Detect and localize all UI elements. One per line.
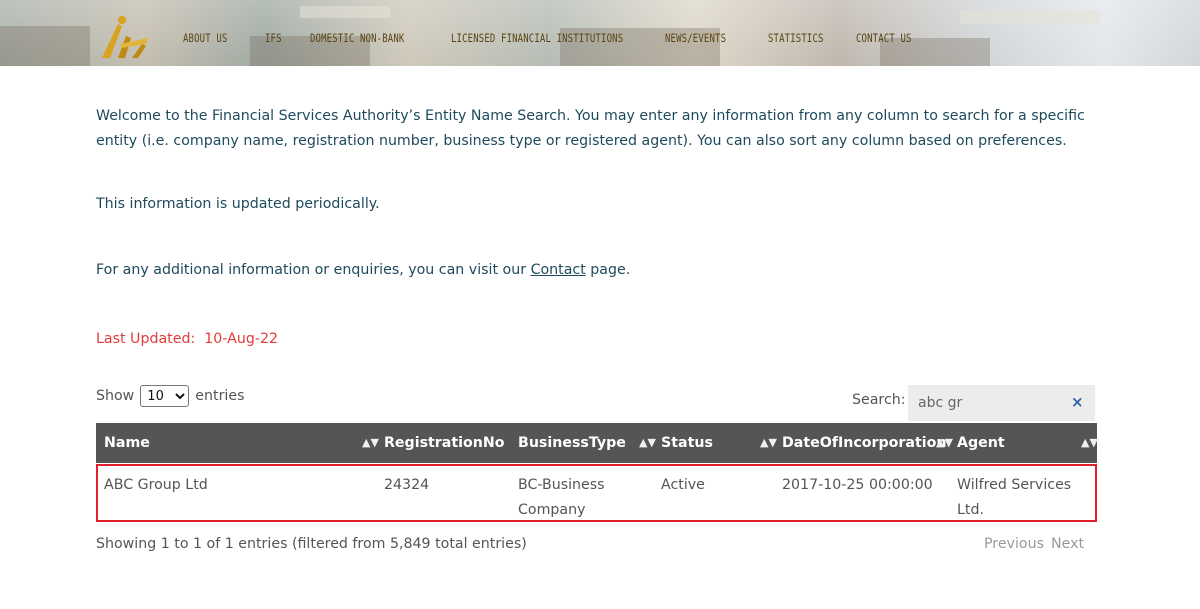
nav-licensed-financial-institutions[interactable]: LICENSED FINANCIAL INSTITUTIONS (451, 31, 623, 45)
last-updated-value: 10-Aug-22 (204, 331, 279, 347)
show-label: Show (96, 388, 135, 404)
nav-ifs[interactable]: IFS (265, 31, 282, 45)
header-background (0, 26, 90, 66)
update-note: This information is updated periodically… (96, 196, 380, 212)
page-size-control: Show 10 entries (96, 385, 244, 407)
column-header-status[interactable]: Status (661, 423, 713, 463)
cell-registration-no: 24324 (384, 477, 430, 493)
cell-agent: Wilfred Services Ltd. (957, 473, 1071, 523)
last-updated-label: Last Updated: (96, 331, 196, 347)
sort-icon[interactable]: ▲▼ (936, 423, 953, 463)
next-button[interactable]: Next (1051, 536, 1084, 552)
search-input[interactable] (908, 385, 1095, 421)
enquiries-suffix: page. (585, 262, 631, 278)
previous-button[interactable]: Previous (984, 536, 1044, 552)
cell-business-type: BC-Business Company (518, 473, 605, 523)
column-header-business-type[interactable]: BusinessType (518, 423, 626, 463)
clear-search-icon[interactable]: × (1071, 393, 1084, 411)
column-header-registration-no[interactable]: RegistrationNo (384, 423, 504, 463)
header-background (960, 10, 1100, 24)
column-header-agent[interactable]: Agent (957, 423, 1005, 463)
column-header-date-of-incorporation[interactable]: DateOfIncorporation (782, 423, 947, 463)
header-background (300, 6, 390, 18)
intro-paragraph: Welcome to the Financial Services Author… (96, 108, 1085, 149)
nav-contact-us[interactable]: CONTACT US (856, 31, 912, 45)
table-header: Name ▲▼ RegistrationNo BusinessType ▲▼ S… (96, 423, 1098, 463)
cell-date-of-incorporation: 2017-10-25 00:00:00 (782, 477, 933, 493)
nav-domestic-non-bank[interactable]: DOMESTIC NON-BANK (310, 31, 404, 45)
site-header: ABOUT US IFS DOMESTIC NON-BANK LICENSED … (0, 0, 1200, 66)
sort-icon[interactable]: ▲▼ (639, 423, 656, 463)
sort-icon[interactable]: ▲▼ (760, 423, 777, 463)
cell-business-type-line2: Company (518, 502, 586, 518)
cell-name: ABC Group Ltd (104, 477, 208, 493)
column-header-name[interactable]: Name (104, 423, 150, 463)
enquiries-paragraph: For any additional information or enquir… (96, 262, 630, 278)
nav-statistics[interactable]: STATISTICS (768, 31, 824, 45)
table-info: Showing 1 to 1 of 1 entries (filtered fr… (96, 536, 527, 552)
cell-status: Active (661, 477, 705, 493)
fsa-logo-icon[interactable] (98, 14, 150, 60)
cell-agent-line1: Wilfred Services (957, 477, 1072, 493)
contact-link[interactable]: Contact (531, 262, 586, 278)
cell-business-type-line1: BC-Business (518, 477, 605, 493)
nav-about-us[interactable]: ABOUT US (183, 31, 227, 45)
entries-label: entries (195, 388, 245, 404)
cell-agent-line2: Ltd. (957, 502, 984, 518)
sort-icon[interactable]: ▲▼ (362, 423, 379, 463)
nav-news-events[interactable]: NEWS/EVENTS (665, 31, 726, 45)
search-label: Search: (852, 392, 906, 408)
sort-icon[interactable]: ▲▼ (1081, 423, 1098, 463)
enquiries-prefix: For any additional information or enquir… (96, 262, 531, 278)
last-updated: Last Updated: 10-Aug-22 (96, 331, 278, 347)
page-size-select[interactable]: 10 (140, 385, 190, 407)
